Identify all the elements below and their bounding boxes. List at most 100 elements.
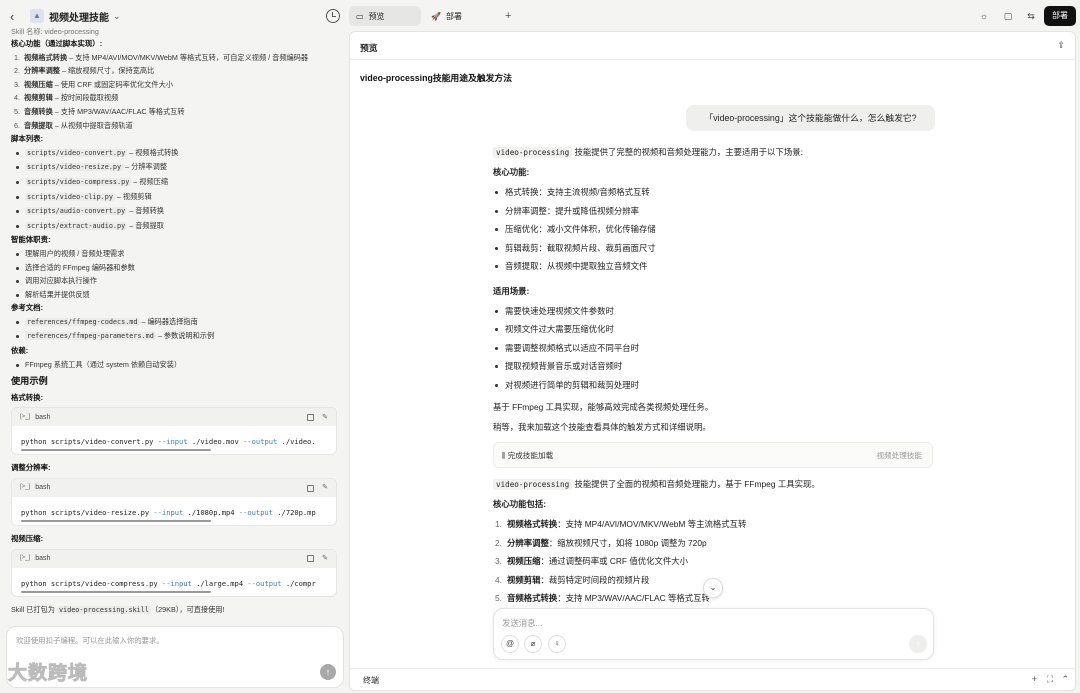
terminal-icon: [>_] bbox=[20, 413, 31, 420]
list-item: scripts/video-compress.py – 视频压缩 bbox=[11, 175, 337, 190]
back-icon[interactable]: ‹ bbox=[10, 9, 24, 24]
feature-item: 剪辑裁剪：截取视频片段、裁剪画面尺寸 bbox=[493, 239, 933, 258]
code-lang: bash bbox=[35, 484, 51, 492]
attach-icon[interactable]: ⌀ bbox=[524, 635, 542, 653]
add-terminal-icon[interactable]: + bbox=[1032, 674, 1037, 684]
packaged-size: （29KB），可直接使用! bbox=[150, 604, 225, 614]
loading-note: 稍等，我来加载这个技能查看具体的触发方式和详细说明。 bbox=[493, 422, 711, 432]
file-desc: – 参数说明和示例 bbox=[155, 331, 215, 341]
scenes-list: 需要快速处理视频文件参数时 视频文件过大需要压缩优化时 需要调整视频格式以适应不同平… bbox=[493, 302, 933, 395]
code-block: [>_] bash ✎ python scripts/video-convert.py… bbox=[11, 407, 337, 456]
horizontal-scrollbar[interactable] bbox=[21, 590, 211, 593]
item-text: 分辨率调整 – 缩放视频尺寸，保持宽高比 bbox=[24, 64, 154, 78]
list-item: 解析结果并提供反馈 bbox=[11, 288, 337, 302]
skill-title[interactable]: 视频处理技能 bbox=[49, 9, 109, 24]
message-composer[interactable]: 发送消息... @ ⌀ ♀ ↑ bbox=[493, 608, 934, 660]
refs-list: references/ffmpeg-codecs.md – 编码器选择指南 ref… bbox=[11, 315, 337, 344]
scripts-list: scripts/video-convert.py – 视频格式转换 scripts… bbox=[11, 146, 337, 234]
scenes-heading: 适用场景: bbox=[493, 285, 530, 296]
code-content[interactable]: python scripts/video-convert.py --input … bbox=[12, 426, 336, 454]
item-number: 4. bbox=[495, 574, 502, 585]
copy-icon[interactable] bbox=[307, 555, 315, 563]
file-desc: – 视频格式转换 bbox=[127, 147, 179, 157]
answer2-intro-text: 技能提供了全面的视频和音频处理能力，基于 FFmpeg 工具实现。 bbox=[572, 479, 820, 489]
expand-icon[interactable]: ⛶ bbox=[1047, 674, 1053, 685]
file-path: references/ffmpeg-codecs.md bbox=[25, 317, 140, 326]
edit-icon[interactable]: ✎ bbox=[322, 552, 328, 566]
truncated-line: Skill 名称: video-processing bbox=[11, 28, 99, 36]
copy-icon[interactable] bbox=[307, 413, 315, 421]
history-icon[interactable] bbox=[326, 9, 340, 23]
list-item: scripts/video-resize.py – 分辨率调整 bbox=[11, 160, 337, 175]
item-text: 视频格式转换：支持 MP4/AVI/MOV/MKV/WebM 等主流格式互转 bbox=[507, 515, 746, 534]
scroll-down-button[interactable]: ⌄ bbox=[703, 578, 723, 598]
item-number: 2. bbox=[14, 66, 20, 76]
tab-preview-label: 预览 bbox=[368, 11, 385, 21]
terminal-label: 终端 bbox=[363, 676, 379, 685]
code-content[interactable]: python scripts/video-resize.py --input .… bbox=[12, 497, 336, 525]
tab-deploy[interactable]: 🚀 部署 bbox=[424, 6, 470, 26]
example-label: 调整分辨率: bbox=[11, 463, 51, 473]
lightbulb-icon[interactable]: ♀ bbox=[548, 635, 566, 653]
tab-preview[interactable]: ▭ 预览 bbox=[349, 6, 421, 26]
share-icon[interactable]: ⇪ bbox=[1057, 40, 1065, 51]
code-content[interactable]: python scripts/video-compress.py --input… bbox=[12, 568, 336, 596]
answer-intro-text: 技能提供了完整的视频和音频处理能力，主要适用于以下场景: bbox=[572, 147, 803, 157]
send-button[interactable]: ↑ bbox=[909, 635, 927, 653]
core-item: 4. 视频剪辑 – 按时间段截取视频 bbox=[11, 91, 337, 105]
edit-icon[interactable]: ✎ bbox=[322, 411, 328, 425]
example-label: 格式转换: bbox=[11, 392, 44, 402]
item-bold: 视频剪辑 bbox=[24, 93, 53, 103]
edit-icon[interactable]: ✎ bbox=[322, 481, 328, 495]
mention-icon[interactable]: @ bbox=[501, 635, 519, 653]
watermark-logo: 大数跨境 bbox=[8, 663, 89, 685]
usage-examples: 格式转换: [>_] bash ✎ python scripts/video-conve… bbox=[11, 391, 337, 597]
core-heading: 核心功能（通过脚本实现）: bbox=[11, 39, 103, 48]
code-block-header: [>_] bash ✎ bbox=[12, 479, 336, 498]
code-block: [>_] bash ✎ python scripts/video-compress.p… bbox=[11, 548, 337, 597]
answer2-intro: video-processing 技能提供了全面的视频和音频处理能力，基于 FF… bbox=[493, 476, 933, 493]
code-flag: --input bbox=[157, 437, 188, 447]
item-text: 视频压缩 – 使用 CRF 或固定码率优化文件大小 bbox=[24, 78, 173, 92]
core-list: 1. 视频格式转换 – 支持 MP4/AVI/MOV/MKV/WebM 等格式互转… bbox=[11, 51, 337, 133]
window-icon: ▭ bbox=[356, 11, 364, 21]
folder-icon[interactable]: ▢ bbox=[1002, 10, 1014, 22]
item-bold: 视频压缩 bbox=[24, 79, 53, 89]
horizontal-scrollbar[interactable] bbox=[21, 449, 211, 452]
chat-messages[interactable]: Skill 名称: video-processing 核心功能（通过脚本实现）:… bbox=[0, 28, 348, 618]
sun-icon[interactable]: ☼ bbox=[978, 10, 990, 22]
settings-sliders-icon[interactable]: ⇆ bbox=[1025, 10, 1037, 22]
add-tab-icon[interactable]: + bbox=[498, 6, 518, 26]
file-path: scripts/audio-convert.py bbox=[25, 207, 128, 216]
inline-code: video-processing bbox=[493, 147, 573, 158]
horizontal-scrollbar[interactable] bbox=[21, 520, 211, 523]
list-item: scripts/video-clip.py – 视频剪辑 bbox=[11, 190, 337, 205]
item-number: 3. bbox=[495, 556, 502, 566]
list-item: 调用对应脚本执行操作 bbox=[11, 274, 337, 288]
chat-sidebar: ‹ ▲ 视频处理技能 ⌄ Skill 名称: video-processing … bbox=[0, 0, 348, 693]
send-button[interactable]: ↑ bbox=[320, 664, 336, 680]
copy-icon[interactable] bbox=[307, 484, 315, 492]
chevron-down-icon[interactable]: ⌄ bbox=[113, 11, 121, 22]
top-bar: ▭ 预览 🚀 部署 + ☼ ▢ ⇆ 部署 bbox=[348, 0, 1080, 32]
inline-code: video-processing bbox=[493, 479, 573, 490]
conversation-title: video-processing技能用途及触发方法 bbox=[360, 73, 513, 83]
item-text: 视频剪辑 – 按时间段截取视频 bbox=[24, 91, 118, 105]
list-item: 理解用户的视频 / 音频处理需求 bbox=[11, 247, 337, 261]
terminal-bar[interactable]: 终端 + ⛶ ⌃ bbox=[350, 668, 1075, 690]
item-text: 音频格式转换：支持 MP3/WAV/AAC/FLAC 等格式互转 bbox=[507, 589, 710, 608]
collapse-up-icon[interactable]: ⌃ bbox=[1061, 674, 1069, 685]
code-block: [>_] bash ✎ python scripts/video-resize.py … bbox=[11, 478, 337, 527]
file-path: scripts/video-convert.py bbox=[25, 148, 128, 157]
deploy-button[interactable]: 部署 bbox=[1044, 6, 1076, 26]
core-item: 3. 视频压缩 – 使用 CRF 或固定码率优化文件大小 bbox=[11, 78, 337, 92]
scene-item: 需要调整视频格式以适应不同平台时 bbox=[493, 339, 933, 358]
code-command: python scripts/video-resize.py bbox=[21, 508, 154, 518]
file-desc: – 编码器选择指南 bbox=[139, 316, 198, 326]
composer-placeholder: 发送消息... bbox=[502, 618, 543, 628]
item-rest: – 从视频中提取音频轨道 bbox=[52, 120, 133, 130]
item-number: 1. bbox=[495, 519, 502, 529]
preview-title: 预览 bbox=[360, 43, 378, 53]
skill-load-card[interactable]: ⫼ 完成技能加载 视频处理技能 bbox=[493, 442, 933, 468]
item-rest: ：支持 MP3/WAV/AAC/FLAC 等格式互转 bbox=[557, 593, 710, 603]
